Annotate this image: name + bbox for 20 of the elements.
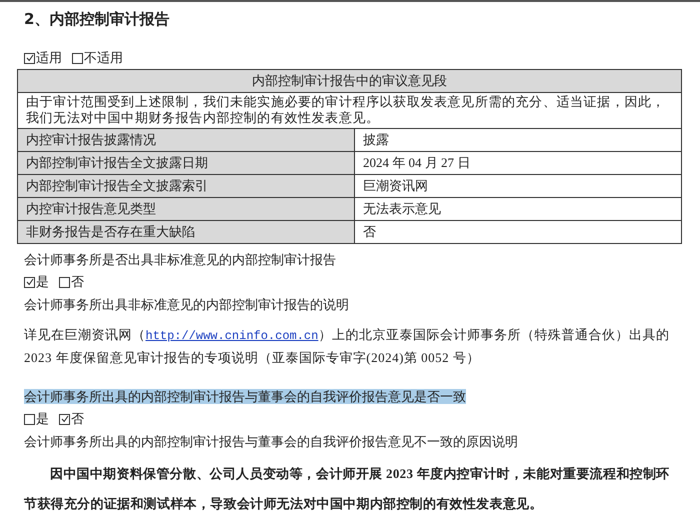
option-label: 是	[36, 410, 49, 428]
option-label: 适用	[36, 49, 62, 67]
question-text: 会计师事务所是否出具非标准意见的内部控制审计报告	[24, 252, 336, 267]
option-label: 否	[71, 273, 84, 291]
explanation-paragraph: 详见在巨潮资讯网（http://www.cninfo.com.cn）上的北京亚泰国际会计师事务所（特殊普通合伙）出具的 2023 年度保留意见审计报告的专项说明（亚泰国际专审字(2024)第 0052 号）	[24, 326, 670, 367]
option-label: 不适用	[84, 49, 123, 67]
explanation-title: 会计师事务所出具非标准意见的内部控制审计报告的说明	[24, 296, 350, 314]
section-heading: 2、内部控制审计报告	[24, 10, 170, 29]
table-label: 内控审计报告披露情况	[18, 129, 355, 151]
explanation-title: 会计师事务所出具的内部控制审计报告与董事会的自我评价报告意见不一致的原因说明	[24, 433, 519, 451]
option-label: 否	[71, 410, 84, 428]
table-header: 内部控制审计报告中的审议意见段	[18, 70, 681, 93]
question-text: 会计师事务所出具的内部控制审计报告与董事会的自我评价报告意见是否一致	[24, 389, 466, 404]
website-link[interactable]: http://www.cninfo.com.cn	[146, 329, 318, 343]
option-label: 是	[36, 273, 49, 291]
explanation-paragraph: 因中国中期资料保管分散、公司人员变动等，会计师开展 2023 年度内控审计时，未能对重要流程和控制环节获得充分的证据和测试样本，导致会计师无法对中国中期内部控制的有效性发表意见。	[24, 465, 670, 513]
table-label: 内控审计报告意见类型	[18, 198, 355, 220]
table-label: 内部控制审计报告全文披露索引	[18, 175, 355, 197]
table-label: 内部控制审计报告全文披露日期	[18, 152, 355, 174]
table-label: 非财务报告是否存在重大缺陷	[18, 221, 355, 243]
